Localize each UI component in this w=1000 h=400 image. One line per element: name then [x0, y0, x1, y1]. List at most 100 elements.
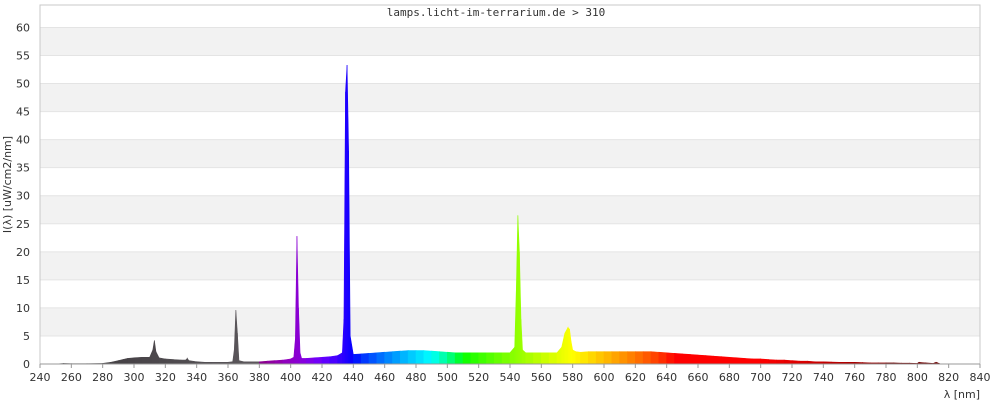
x-tick-label: 240	[30, 371, 51, 384]
spectrum-segment	[564, 326, 569, 365]
spectrum-segment	[713, 355, 722, 365]
spectrum-segment	[705, 355, 714, 365]
y-tick-label: 0	[23, 358, 30, 371]
x-tick-label: 380	[249, 371, 270, 384]
spectrum-segment	[541, 352, 550, 365]
spectrum-segment	[172, 359, 182, 365]
spectrum-segment	[118, 359, 124, 365]
spectrum-segment	[494, 352, 503, 365]
x-tick-label: 520	[468, 371, 489, 384]
y-tick-label: 50	[16, 78, 30, 91]
spectrum-segment	[501, 352, 511, 365]
spectrum-segment	[603, 351, 613, 365]
spectrum-segment	[301, 358, 307, 365]
spectrum-chart: 240 260 280 300 320 340 360 380 400 420 440 460 480 5…	[0, 0, 1000, 400]
x-tick-label: 840	[970, 371, 991, 384]
x-tick-label: 460	[374, 371, 395, 384]
grid-band	[40, 83, 980, 112]
spectrum-segment	[533, 352, 542, 365]
spectrum-segment	[368, 352, 378, 365]
x-tick-label: 300	[124, 371, 145, 384]
spectrum-segment	[783, 359, 793, 365]
x-tick-label: 680	[719, 371, 740, 384]
spectrum-segment	[697, 354, 707, 365]
y-tick-label: 40	[16, 134, 30, 147]
grid-band	[40, 139, 980, 168]
spectrum-segment	[384, 351, 393, 365]
spectrum-segment	[158, 357, 166, 365]
y-tick-label: 35	[16, 162, 30, 175]
chart-canvas: 240 260 280 300 320 340 360 380 400 420 440 460 480 5…	[0, 0, 1000, 400]
spectrum-segment	[627, 351, 636, 365]
grid-band	[40, 307, 980, 336]
spectrum-segment	[392, 350, 401, 365]
x-tick-label: 560	[531, 371, 552, 384]
x-tick-label: 420	[312, 371, 333, 384]
spectrum-segment	[588, 351, 597, 365]
x-tick-label: 640	[656, 371, 677, 384]
spectrum-segment	[415, 350, 425, 365]
spectrum-segment	[682, 353, 691, 365]
spectrum-segment	[376, 351, 385, 365]
spectrum-segment	[133, 356, 143, 365]
y-tick-label: 15	[16, 274, 30, 287]
x-tick-label: 820	[938, 371, 959, 384]
x-tick-label: 600	[594, 371, 615, 384]
spectrum-segment	[642, 351, 652, 365]
x-tick-label: 260	[61, 371, 82, 384]
spectrum-segment	[768, 359, 777, 365]
spectrum-segment	[650, 351, 660, 365]
y-tick-label: 45	[16, 106, 30, 119]
grid-band	[40, 251, 980, 280]
spectrum-segment	[439, 351, 448, 365]
x-tick-label: 740	[813, 371, 834, 384]
y-tick-label: 5	[23, 330, 30, 343]
x-tick-label: 700	[750, 371, 771, 384]
y-tick-label: 55	[16, 49, 30, 62]
spectrum-segment	[180, 359, 186, 365]
spectrum-segment	[400, 350, 409, 365]
x-tick-label: 780	[876, 371, 897, 384]
spectrum-segment	[689, 354, 699, 365]
grid-band	[40, 27, 980, 56]
spectrum-segment	[575, 351, 581, 365]
spectrum-segment	[423, 350, 432, 365]
x-tick-label: 400	[280, 371, 301, 384]
spectrum-segment	[580, 351, 589, 365]
spectrum-segment	[447, 351, 456, 365]
y-tick-label: 25	[16, 218, 30, 231]
spectrum-segment	[760, 358, 769, 365]
spectrum-segment	[266, 360, 276, 365]
spectrum-segment	[462, 352, 472, 365]
spectrum-segment	[658, 351, 667, 365]
spectrum-segment	[353, 353, 362, 365]
spectrum-segment	[454, 352, 464, 365]
grid-band	[40, 195, 980, 224]
spectrum-segment	[595, 351, 605, 365]
spectrum-segment	[360, 353, 370, 365]
spectrum-segment	[666, 352, 675, 365]
spectrum-segment	[127, 357, 135, 365]
x-tick-label: 720	[782, 371, 803, 384]
spectrum-segment	[752, 358, 761, 365]
x-tick-label: 440	[343, 371, 364, 384]
x-tick-label: 320	[155, 371, 176, 384]
spectrum-segment	[522, 349, 526, 365]
spectrum-segment	[721, 356, 730, 365]
x-tick-label: 540	[500, 371, 521, 384]
spectrum-segment	[470, 352, 479, 365]
spectrum-segment	[548, 352, 558, 365]
spectrum-segment	[329, 355, 338, 365]
spectrum-segment	[321, 356, 331, 365]
x-tick-label: 620	[625, 371, 646, 384]
spectrum-segment	[635, 351, 644, 365]
spectrum-segment	[674, 353, 683, 365]
spectrum-segment	[744, 358, 754, 365]
x-tick-label: 280	[92, 371, 113, 384]
y-tick-label: 60	[16, 21, 30, 34]
x-tick-label: 660	[688, 371, 709, 384]
chart-title: lamps.licht-im-terrarium.de > 310	[387, 6, 606, 19]
x-tick-label: 760	[844, 371, 865, 384]
spectrum-segment	[274, 359, 284, 365]
x-tick-label: 800	[907, 371, 928, 384]
